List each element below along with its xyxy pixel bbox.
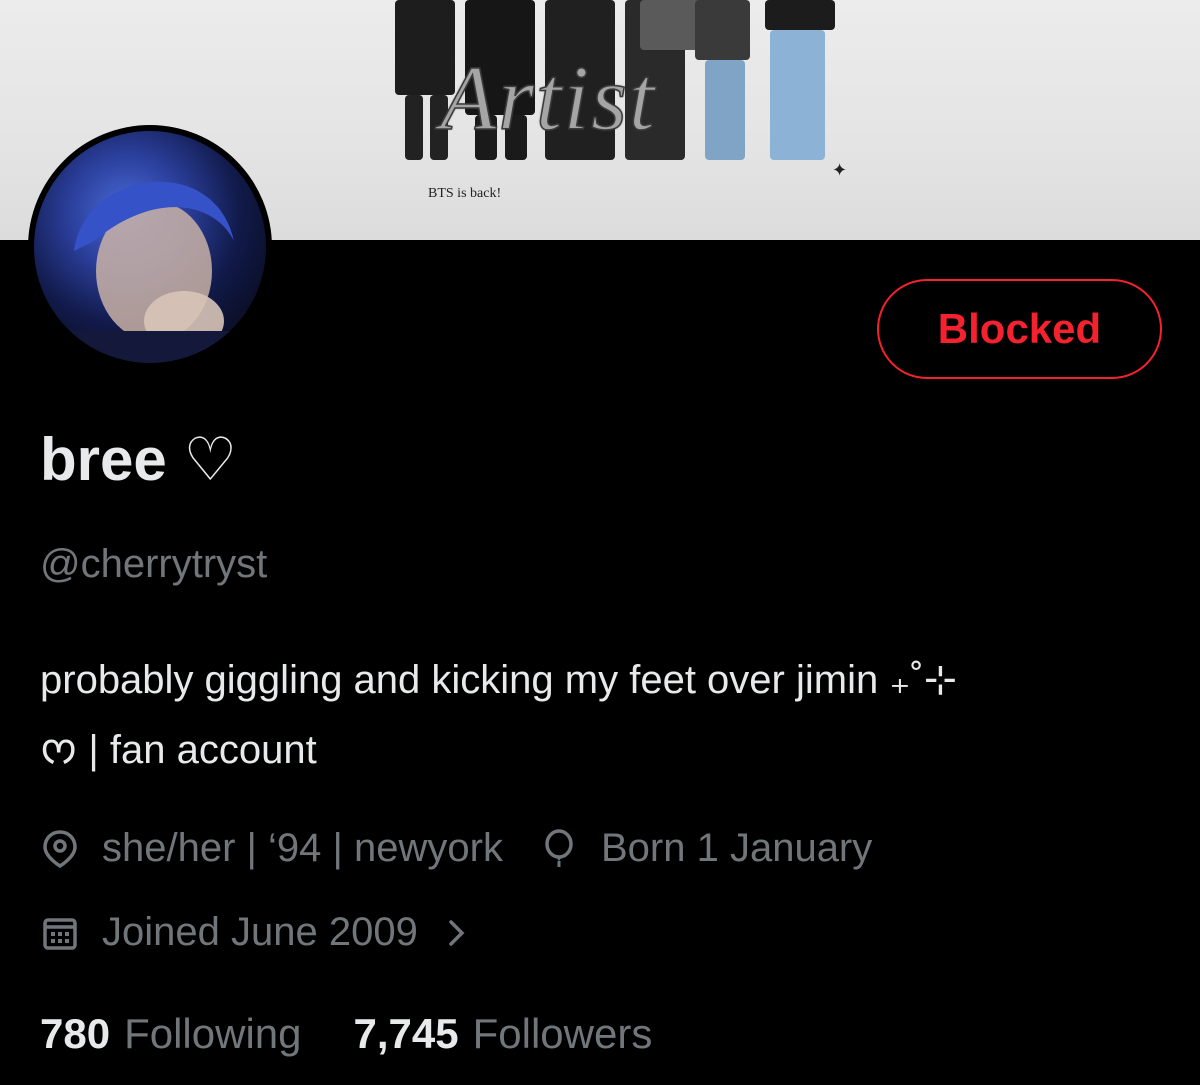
following-label: Following [124,1010,302,1057]
profile-meta-row-1: she/her | ‘94 | newyork Born 1 January [40,826,908,871]
followers-count: 7,745 [353,1010,459,1057]
joined[interactable]: Joined June 2009 [40,910,476,955]
handle: @cherrytryst [40,542,268,586]
location: she/her | ‘94 | newyork [40,826,503,871]
location-pin-icon [40,829,80,869]
followers-link[interactable]: 7,745 Followers [354,1010,653,1058]
display-name: bree ♡ [40,426,238,493]
bio-line-2: ᰔ | fan account [40,728,317,772]
location-text: she/her | ‘94 | newyork [102,826,503,870]
avatar-photo [34,131,266,363]
profile-meta-row-2[interactable]: Joined June 2009 [40,910,512,955]
avatar[interactable] [28,125,272,369]
banner-title: Artist [439,46,657,150]
blocked-button[interactable]: Blocked [877,279,1162,379]
calendar-icon [40,913,80,953]
banner-caption-text: BTS is back! [428,186,502,201]
sparkle-icon: ✦ [832,160,848,180]
chevron-right-icon[interactable] [446,913,476,953]
following-count: 780 [40,1010,111,1057]
avatar-image [34,181,266,363]
following-link[interactable]: 780 Following [40,1010,302,1058]
joined-text: Joined June 2009 [102,910,418,954]
bio: probably giggling and kicking my feet ov… [40,645,1170,785]
follow-stats: 780 Following 7,745 Followers [40,1010,704,1058]
birthday: Born 1 January [539,826,872,871]
balloon-icon [539,828,579,869]
bio-line-1: probably giggling and kicking my feet ov… [40,658,958,702]
birthday-text: Born 1 January [600,826,873,870]
followers-label: Followers [472,1010,653,1057]
